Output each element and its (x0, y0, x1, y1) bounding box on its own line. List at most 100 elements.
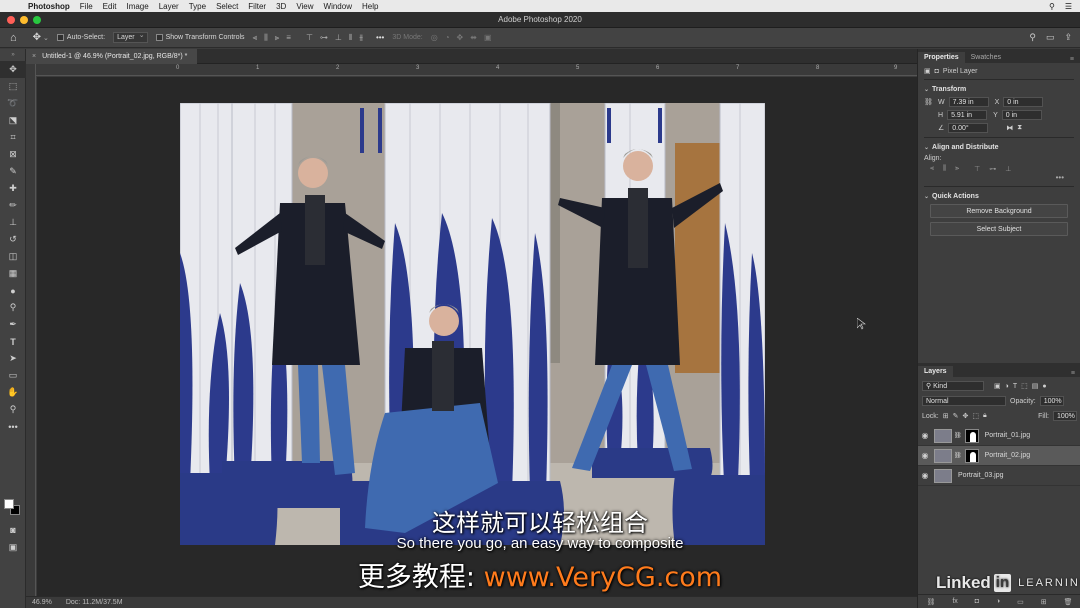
remove-background-button[interactable]: Remove Background (930, 204, 1068, 218)
eraser-tool-icon[interactable]: ◫ (0, 248, 26, 265)
filter-toggle-icon[interactable]: ● (1042, 383, 1046, 390)
opacity-field[interactable]: 100% (1039, 396, 1064, 406)
distribute-h-icon[interactable]: ⫵ (359, 33, 363, 43)
layer-name[interactable]: Portrait_01.jpg (985, 432, 1031, 439)
3d-pan-icon[interactable]: ✥ (457, 33, 464, 42)
menu-type[interactable]: Type (189, 2, 206, 11)
history-brush-icon[interactable]: ↺ (0, 231, 26, 248)
auto-select-dropdown[interactable]: Layer (113, 31, 148, 43)
auto-select-checkbox[interactable] (56, 34, 64, 41)
align-bottom-icon[interactable]: ⊥ (335, 33, 342, 43)
menu-filter[interactable]: Filter (248, 2, 266, 11)
distribute-v-icon[interactable]: ⫴ (349, 33, 352, 43)
document-image[interactable] (180, 103, 765, 545)
workspace-icon[interactable]: ▭ (1046, 32, 1055, 43)
more-align-icon[interactable]: ••• (924, 173, 1074, 182)
select-subject-button[interactable]: Select Subject (930, 222, 1068, 236)
align-vcenter-icon[interactable]: ⊶ (989, 165, 996, 173)
y-field[interactable]: 0 in (1001, 110, 1042, 120)
align-left-icon[interactable]: ⫷ (930, 165, 934, 173)
quick-actions-section-title[interactable]: ⌄ Quick Actions (924, 193, 1074, 200)
height-field[interactable]: 5.91 in (947, 110, 988, 120)
x-field[interactable]: 0 in (1003, 97, 1044, 107)
width-field[interactable]: 7.39 in (948, 97, 989, 107)
search-icon[interactable]: ⚲ (1029, 32, 1036, 43)
menu-layer[interactable]: Layer (159, 2, 179, 11)
blend-mode-dropdown[interactable]: Normal (922, 396, 1006, 406)
3d-orbit-icon[interactable]: ◎ (431, 33, 438, 42)
hand-tool-icon[interactable]: ✋ (0, 384, 26, 401)
align-bottom-icon[interactable]: ⊥ (1005, 165, 1011, 173)
filter-type-icon[interactable]: T (1013, 383, 1017, 390)
3d-slide-icon[interactable]: ⬌ (470, 33, 477, 42)
tab-swatches[interactable]: Swatches (965, 52, 1007, 63)
layer-item[interactable]: ◉ ⛓ Portrait_01.jpg (918, 426, 1080, 446)
zoom-tool-icon[interactable]: ⚲ (0, 401, 26, 418)
trash-icon[interactable]: 🗑︎ (1064, 598, 1073, 606)
more-options-button[interactable]: ••• (376, 33, 384, 43)
kind-filter-dropdown[interactable]: ⚲ Kind (922, 381, 984, 391)
clone-stamp-icon[interactable]: ⊥ (0, 214, 26, 231)
menu-app-photoshop[interactable]: Photoshop (28, 2, 70, 11)
type-tool-icon[interactable]: T (0, 333, 26, 350)
link-layers-icon[interactable]: ⛓ (926, 598, 935, 606)
flip-horizontal-icon[interactable]: ⧓ (1006, 124, 1013, 132)
doc-size[interactable]: Doc: 11.2M/37.5M (66, 599, 123, 606)
flip-vertical-icon[interactable]: ⧗ (1017, 124, 1022, 132)
layer-mask-thumbnail[interactable] (964, 448, 979, 463)
link-icon[interactable]: ⛓ (954, 452, 962, 459)
panel-menu-icon[interactable]: ≡ (1071, 370, 1080, 377)
align-left-icon[interactable]: ⫷ (253, 33, 258, 43)
fx-icon[interactable]: fx (952, 598, 957, 605)
menu-file[interactable]: File (80, 2, 93, 11)
blur-tool-icon[interactable]: ● (0, 282, 26, 299)
lock-all-icon[interactable]: 🔒︎ (983, 412, 987, 420)
healing-brush-icon[interactable]: ✚ (0, 180, 26, 197)
layer-mask-thumbnail[interactable] (964, 428, 979, 443)
distribute-icon[interactable]: ≡ (286, 33, 291, 43)
object-select-tool-icon[interactable]: ⬔ (0, 112, 26, 129)
search-icon[interactable]: ⚲ (1049, 2, 1055, 11)
close-tab-icon[interactable]: × (32, 53, 36, 60)
tab-properties[interactable]: Properties (918, 52, 965, 63)
eyedropper-tool-icon[interactable]: ✎ (0, 163, 26, 180)
filter-adjust-icon[interactable]: ◑ (1005, 383, 1009, 390)
crop-tool-icon[interactable]: ⌗ (0, 129, 26, 146)
lock-pixels-icon[interactable]: ⊞ (943, 412, 949, 420)
move-tool-preset-icon[interactable]: ✥ (33, 32, 41, 43)
transform-controls-checkbox[interactable] (155, 34, 163, 41)
path-select-tool-icon[interactable]: ➤ (0, 350, 26, 367)
add-mask-icon[interactable]: ◘ (975, 598, 979, 605)
visibility-eye-icon[interactable]: ◉ (918, 431, 932, 440)
layer-name[interactable]: Portrait_02.jpg (985, 452, 1031, 459)
align-hcenter-icon[interactable]: ⫼ (943, 165, 946, 173)
home-icon[interactable]: ⌂ (10, 32, 17, 44)
menu-3d[interactable]: 3D (276, 2, 286, 11)
link-proportions-icon[interactable]: ⛓ (924, 98, 934, 106)
menu-select[interactable]: Select (216, 2, 238, 11)
brush-tool-icon[interactable]: ✏ (0, 197, 26, 214)
filter-smart-icon[interactable]: ▤ (1032, 382, 1039, 390)
menu-window[interactable]: Window (324, 2, 352, 11)
lasso-tool-icon[interactable]: ➰ (0, 95, 26, 112)
gradient-tool-icon[interactable]: ▦ (0, 265, 26, 282)
align-right-icon[interactable]: ⫸ (955, 165, 959, 173)
shape-tool-icon[interactable]: ▭ (0, 367, 26, 384)
toolbar-collapse-icon[interactable]: » (0, 49, 26, 61)
filter-shape-icon[interactable]: ⬚ (1021, 382, 1028, 390)
document-tab[interactable]: × Untitled-1 @ 46.9% (Portrait_02.jpg, R… (26, 49, 198, 64)
menu-help[interactable]: Help (362, 2, 378, 11)
marquee-tool-icon[interactable]: ⬚ (0, 78, 26, 95)
menu-view[interactable]: View (296, 2, 313, 11)
fill-field[interactable]: 100% (1053, 411, 1077, 421)
align-hcenter-icon[interactable]: ⫼ (264, 33, 268, 43)
link-icon[interactable]: ⛓ (954, 432, 962, 439)
align-section-title[interactable]: ⌄ Align and Distribute (924, 144, 1074, 151)
menu-list-icon[interactable]: ☰ (1065, 2, 1072, 11)
menu-image[interactable]: Image (126, 2, 148, 11)
align-top-icon[interactable]: ⊤ (974, 165, 980, 173)
edit-toolbar-icon[interactable]: ••• (0, 418, 26, 435)
angle-field[interactable]: 0.00° (948, 123, 989, 133)
lock-artboard-icon[interactable]: ⬚ (972, 412, 979, 420)
menu-edit[interactable]: Edit (103, 2, 117, 11)
